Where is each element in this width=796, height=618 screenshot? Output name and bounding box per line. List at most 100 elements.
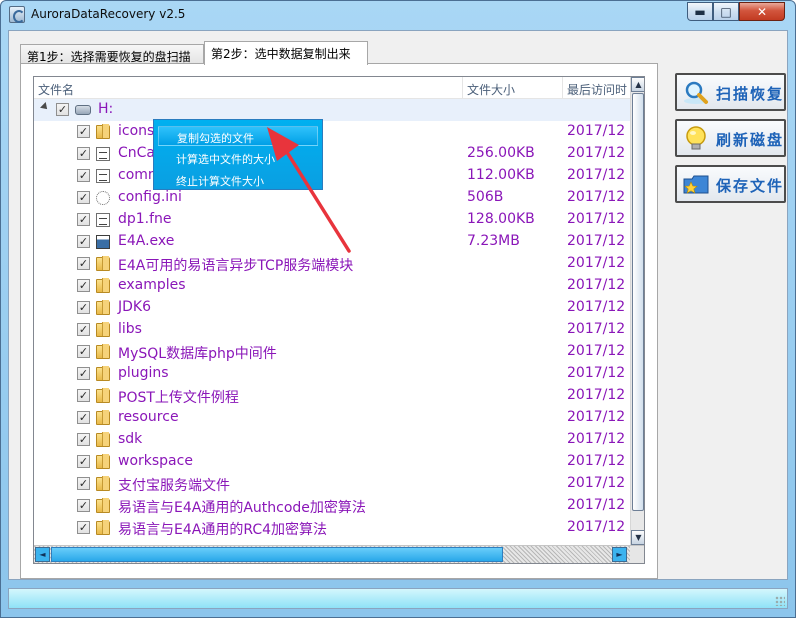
minimize-button[interactable]: ▬ [687, 2, 713, 21]
gear-icon [96, 191, 110, 205]
item-size: 7.23MB [467, 233, 520, 249]
item-name: sdk [118, 431, 143, 447]
horizontal-scroll-thumb[interactable] [51, 547, 503, 562]
scan-recover-button[interactable]: 扫描恢复 [675, 73, 786, 111]
main-client-area: 第1步：选择需要恢复的盘扫描 第2步：选中数据复制出来 文件名 文件大小 最后访… [8, 30, 788, 580]
column-header-name[interactable]: 文件名 [34, 77, 463, 99]
list-item[interactable]: ✓ 易语言与E4A通用的RC4加密算法 2017/12 [34, 517, 630, 539]
item-date: 2017/12 [567, 453, 626, 469]
list-item[interactable]: ✓ resource 2017/12 [34, 407, 630, 429]
refresh-disk-button[interactable]: 刷新磁盘 [675, 119, 786, 157]
vertical-scroll-thumb[interactable] [632, 93, 644, 511]
item-checkbox[interactable]: ✓ [77, 499, 90, 512]
item-checkbox[interactable]: ✓ [77, 125, 90, 138]
item-checkbox[interactable]: ✓ [77, 323, 90, 336]
title-bar[interactable]: AuroraDataRecovery v2.5 ▬ □ ✕ [1, 1, 795, 29]
list-item[interactable]: ✓ examples 2017/12 [34, 275, 630, 297]
item-checkbox[interactable]: ✓ [77, 345, 90, 358]
list-item[interactable]: ✓ 易语言与E4A通用的Authcode加密算法 2017/12 [34, 495, 630, 517]
folder-icon [96, 344, 110, 359]
item-date: 2017/12 [567, 343, 626, 359]
exe-icon [96, 235, 110, 249]
list-item[interactable]: ✓ libs 2017/12 [34, 319, 630, 341]
root-checkbox[interactable]: ✓ [56, 103, 69, 116]
item-name: libs [118, 321, 142, 337]
item-size: 112.00KB [467, 167, 535, 183]
item-date: 2017/12 [567, 321, 626, 337]
item-date: 2017/12 [567, 123, 626, 139]
item-checkbox[interactable]: ✓ [77, 147, 90, 160]
item-date: 2017/12 [567, 255, 626, 271]
item-checkbox[interactable]: ✓ [77, 213, 90, 226]
item-date: 2017/12 [567, 189, 626, 205]
horizontal-scrollbar[interactable]: ◄ ► [34, 545, 644, 563]
folder-icon [96, 476, 110, 491]
item-size: 506B [467, 189, 504, 205]
item-date: 2017/12 [567, 475, 626, 491]
list-item[interactable]: ✓ JDK6 2017/12 [34, 297, 630, 319]
folder-icon [96, 388, 110, 403]
scroll-down-button[interactable]: ▼ [631, 530, 644, 545]
item-name: icons [118, 123, 155, 139]
tab-step-2[interactable]: 第2步：选中数据复制出来 [204, 41, 368, 65]
tree-root-drive[interactable]: ✓ H: [34, 99, 630, 121]
item-date: 2017/12 [567, 145, 626, 161]
folder-icon [96, 410, 110, 425]
item-checkbox[interactable]: ✓ [77, 477, 90, 490]
save-file-button[interactable]: 保存文件 [675, 165, 786, 203]
resize-grip[interactable] [775, 596, 785, 606]
item-checkbox[interactable]: ✓ [77, 433, 90, 446]
scan-recover-label: 扫描恢复 [716, 85, 785, 103]
file-icon [96, 213, 110, 227]
item-size: 256.00KB [467, 145, 535, 161]
folder-icon [96, 124, 110, 139]
annotation-arrow [267, 127, 351, 253]
item-checkbox[interactable]: ✓ [77, 389, 90, 402]
item-date: 2017/12 [567, 299, 626, 315]
scroll-up-button[interactable]: ▲ [631, 77, 644, 92]
folder-star-icon [683, 175, 709, 194]
item-checkbox[interactable]: ✓ [77, 235, 90, 248]
item-checkbox[interactable]: ✓ [77, 257, 90, 270]
item-date: 2017/12 [567, 409, 626, 425]
item-checkbox[interactable]: ✓ [77, 301, 90, 314]
scroll-right-button[interactable]: ► [612, 547, 627, 562]
vertical-scrollbar[interactable]: ▲ ▼ [630, 77, 644, 545]
item-date: 2017/12 [567, 387, 626, 403]
close-button[interactable]: ✕ [739, 2, 785, 21]
folder-icon [96, 256, 110, 271]
item-date: 2017/12 [567, 497, 626, 513]
window-title: AuroraDataRecovery v2.5 [31, 7, 186, 21]
column-header-size[interactable]: 文件大小 [463, 77, 563, 99]
list-item[interactable]: ✓ E4A可用的易语言异步TCP服务端模块 2017/12 [34, 253, 630, 275]
list-item[interactable]: ✓ plugins 2017/12 [34, 363, 630, 385]
item-checkbox[interactable]: ✓ [77, 411, 90, 424]
folder-icon [96, 322, 110, 337]
item-name: examples [118, 277, 186, 293]
item-checkbox[interactable]: ✓ [77, 279, 90, 292]
expand-arrow-icon[interactable] [40, 102, 50, 112]
folder-icon [96, 278, 110, 293]
list-item[interactable]: ✓ POST上传文件例程 2017/12 [34, 385, 630, 407]
item-checkbox[interactable]: ✓ [77, 455, 90, 468]
maximize-button[interactable]: □ [713, 2, 739, 21]
list-item[interactable]: ✓ MySQL数据库php中间件 2017/12 [34, 341, 630, 363]
column-header-date[interactable]: 最后访问时 [563, 77, 630, 99]
status-bar [8, 588, 788, 609]
folder-icon [96, 366, 110, 381]
list-item[interactable]: ✓ sdk 2017/12 [34, 429, 630, 451]
item-name: POST上传文件例程 [118, 390, 239, 406]
scroll-left-button[interactable]: ◄ [35, 547, 50, 562]
list-item[interactable]: ✓ 支付宝服务端文件 2017/12 [34, 473, 630, 495]
list-item[interactable]: ✓ workspace 2017/12 [34, 451, 630, 473]
item-checkbox[interactable]: ✓ [77, 521, 90, 534]
tab-step-1[interactable]: 第1步：选择需要恢复的盘扫描 [20, 44, 204, 64]
lightbulb-icon [686, 126, 706, 150]
folder-icon [96, 454, 110, 469]
status-progress-fill [9, 589, 787, 608]
item-checkbox[interactable]: ✓ [77, 169, 90, 182]
item-date: 2017/12 [567, 211, 626, 227]
item-checkbox[interactable]: ✓ [77, 191, 90, 204]
item-checkbox[interactable]: ✓ [77, 367, 90, 380]
item-name: E4A可用的易语言异步TCP服务端模块 [118, 258, 354, 274]
